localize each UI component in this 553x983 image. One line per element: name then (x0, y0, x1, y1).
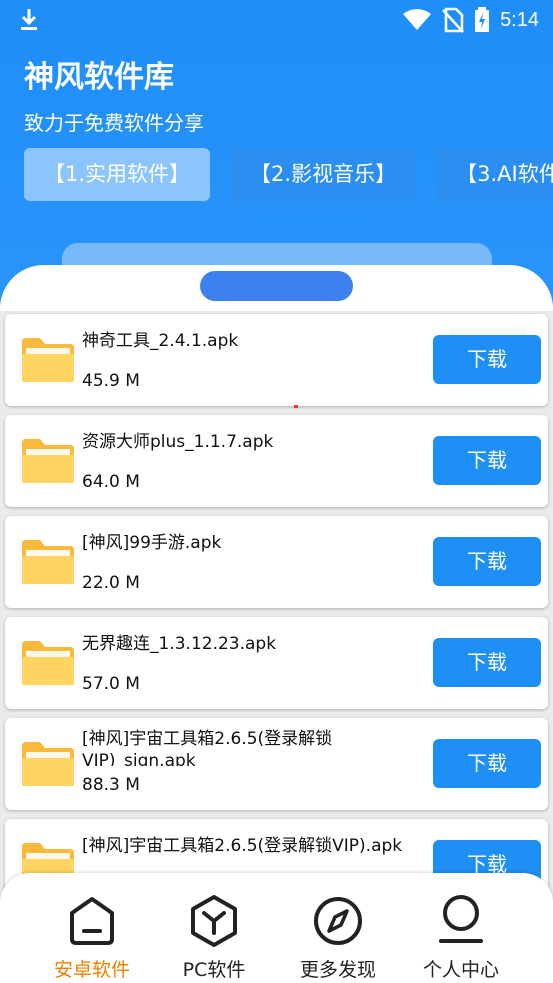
list-item[interactable]: [神风]宇宙工具箱2.6.5(登录解锁VIP)_sign.apk 88.3 M … (5, 718, 548, 810)
file-size: 88.3 M (82, 775, 140, 795)
download-button[interactable]: 下载 (433, 335, 541, 384)
wifi-icon (403, 9, 432, 30)
folder-icon (22, 439, 74, 483)
category-tabs: 【1.实用软件】【2.影视音乐】【3.AI软件】 (24, 148, 553, 202)
list-item[interactable]: 无界趣连_1.3.12.23.apk 57.0 M 下载 (5, 617, 548, 709)
status-time: 5:14 (500, 8, 539, 31)
nav-android-software[interactable]: 安卓软件 (32, 873, 152, 983)
status-bar: 5:14 (0, 0, 553, 40)
nav-label: 个人中心 (422, 959, 499, 981)
bottom-nav: 安卓软件 PC软件 更多发现 个人中心 (0, 873, 553, 983)
download-button[interactable]: 下载 (433, 436, 541, 485)
category-tab-utility[interactable]: 【1.实用软件】 (24, 148, 211, 201)
app-subtitle: 致力于免费软件分享 (24, 111, 204, 135)
battery-charging-icon (475, 7, 490, 32)
nav-label: PC软件 (182, 959, 246, 981)
list-item[interactable]: [神风]99手游.apk 22.0 M 下载 (5, 516, 548, 608)
sheet-handle[interactable] (200, 271, 353, 301)
file-name: [神风]宇宙工具箱2.6.5(登录解锁VIP).apk (82, 836, 403, 856)
list-item[interactable]: 资源大师plus_1.1.7.apk 64.0 M 下载 (5, 415, 548, 507)
file-size: 57.0 M (82, 674, 140, 694)
user-icon (439, 895, 483, 943)
cube-icon (191, 895, 237, 947)
download-button[interactable]: 下载 (433, 739, 541, 788)
file-name: 资源大师plus_1.1.7.apk (82, 432, 274, 452)
folder-icon (22, 641, 74, 685)
file-size: 45.9 M (82, 371, 140, 391)
file-size: 64.0 M (82, 472, 140, 492)
file-name: 神奇工具_2.4.1.apk (82, 331, 239, 351)
download-button[interactable]: 下载 (433, 638, 541, 687)
nav-label: 更多发现 (299, 959, 376, 981)
sheet-header (0, 265, 553, 311)
compass-icon (314, 897, 362, 945)
file-name: 无界趣连_1.3.12.23.apk (82, 634, 277, 654)
folder-icon (22, 540, 74, 584)
nav-discover[interactable]: 更多发现 (278, 873, 398, 983)
folder-icon (22, 338, 74, 382)
list-item[interactable]: 神奇工具_2.4.1.apk 45.9 M 下载 (5, 314, 548, 406)
category-tab-media[interactable]: 【2.影视音乐】 (230, 148, 417, 201)
nav-profile[interactable]: 个人中心 (401, 873, 521, 983)
nav-label: 安卓软件 (53, 959, 130, 981)
file-name: [神风]99手游.apk (82, 533, 222, 553)
category-tab-ai[interactable]: 【3.AI软件】 (436, 148, 553, 201)
home-icon (70, 897, 114, 945)
file-name: [神风]宇宙工具箱2.6.5(登录解锁VIP)_sign.apk (82, 729, 333, 766)
nav-pc-software[interactable]: PC软件 (154, 873, 274, 983)
file-size: 22.0 M (82, 573, 140, 593)
app-title: 神风软件库 (24, 60, 174, 95)
indicator-dot (294, 405, 298, 408)
download-button[interactable]: 下载 (433, 537, 541, 586)
no-sim-icon (442, 7, 464, 33)
folder-icon (22, 742, 74, 786)
download-icon (21, 9, 37, 30)
